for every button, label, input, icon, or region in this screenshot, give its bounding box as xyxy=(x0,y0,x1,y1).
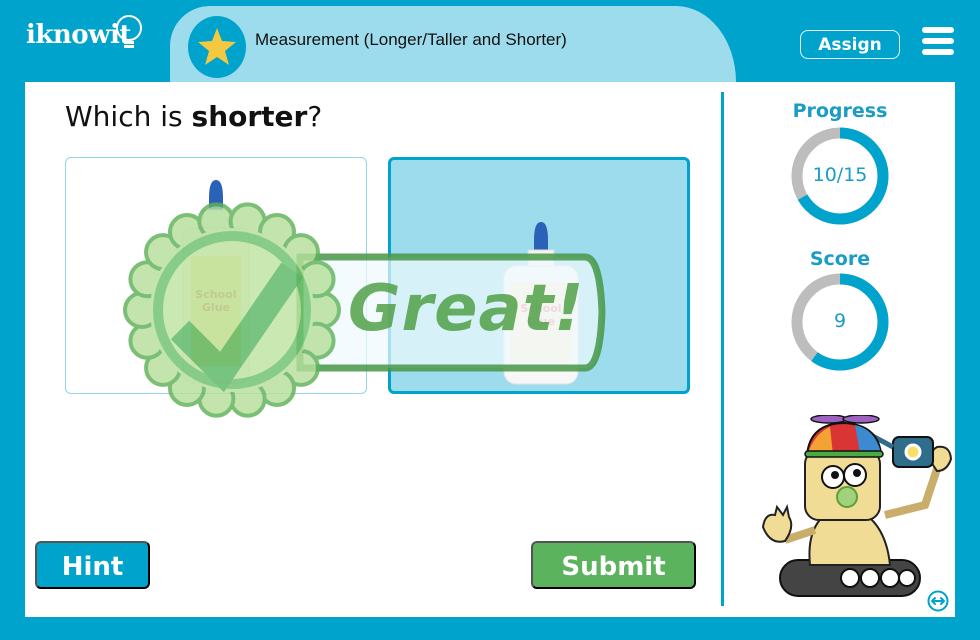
question-emphasis: shorter xyxy=(191,100,308,133)
score-label: Score xyxy=(809,248,871,270)
choice-card-taller-glue[interactable]: School Glue xyxy=(65,157,367,394)
iknowit-logo[interactable]: iknowit xyxy=(26,15,142,50)
tall-glue-bottle-image: School Glue xyxy=(182,180,250,384)
score-value: 9 xyxy=(833,310,847,332)
lesson-title: Measurement (Longer/Taller and Shorter) xyxy=(255,30,567,49)
lesson-badge xyxy=(188,16,246,78)
app-frame: iknowit Measurement (Longer/Taller and S… xyxy=(0,0,980,640)
star-icon xyxy=(198,28,236,65)
glue-label-line2: Glue xyxy=(202,301,230,314)
submit-button[interactable]: Submit xyxy=(531,541,696,589)
progress-value: 10/15 xyxy=(812,164,868,186)
question-text: Which is shorter? xyxy=(65,100,322,133)
question-suffix: ? xyxy=(307,100,323,133)
lightbulb-icon xyxy=(116,15,142,48)
progress-label: Progress xyxy=(792,100,888,122)
glue-label-line1: School xyxy=(195,288,236,301)
hamburger-menu-icon[interactable] xyxy=(922,27,954,55)
robot-mascot xyxy=(761,415,953,597)
feedback-message: Great! xyxy=(348,272,585,346)
expand-arrows-icon[interactable] xyxy=(927,590,949,612)
assign-button[interactable]: Assign xyxy=(800,30,900,59)
hint-button[interactable]: Hint xyxy=(35,541,150,589)
header: iknowit Measurement (Longer/Taller and S… xyxy=(0,0,980,82)
sidebar-divider xyxy=(721,92,724,606)
question-prefix: Which is xyxy=(65,100,192,133)
